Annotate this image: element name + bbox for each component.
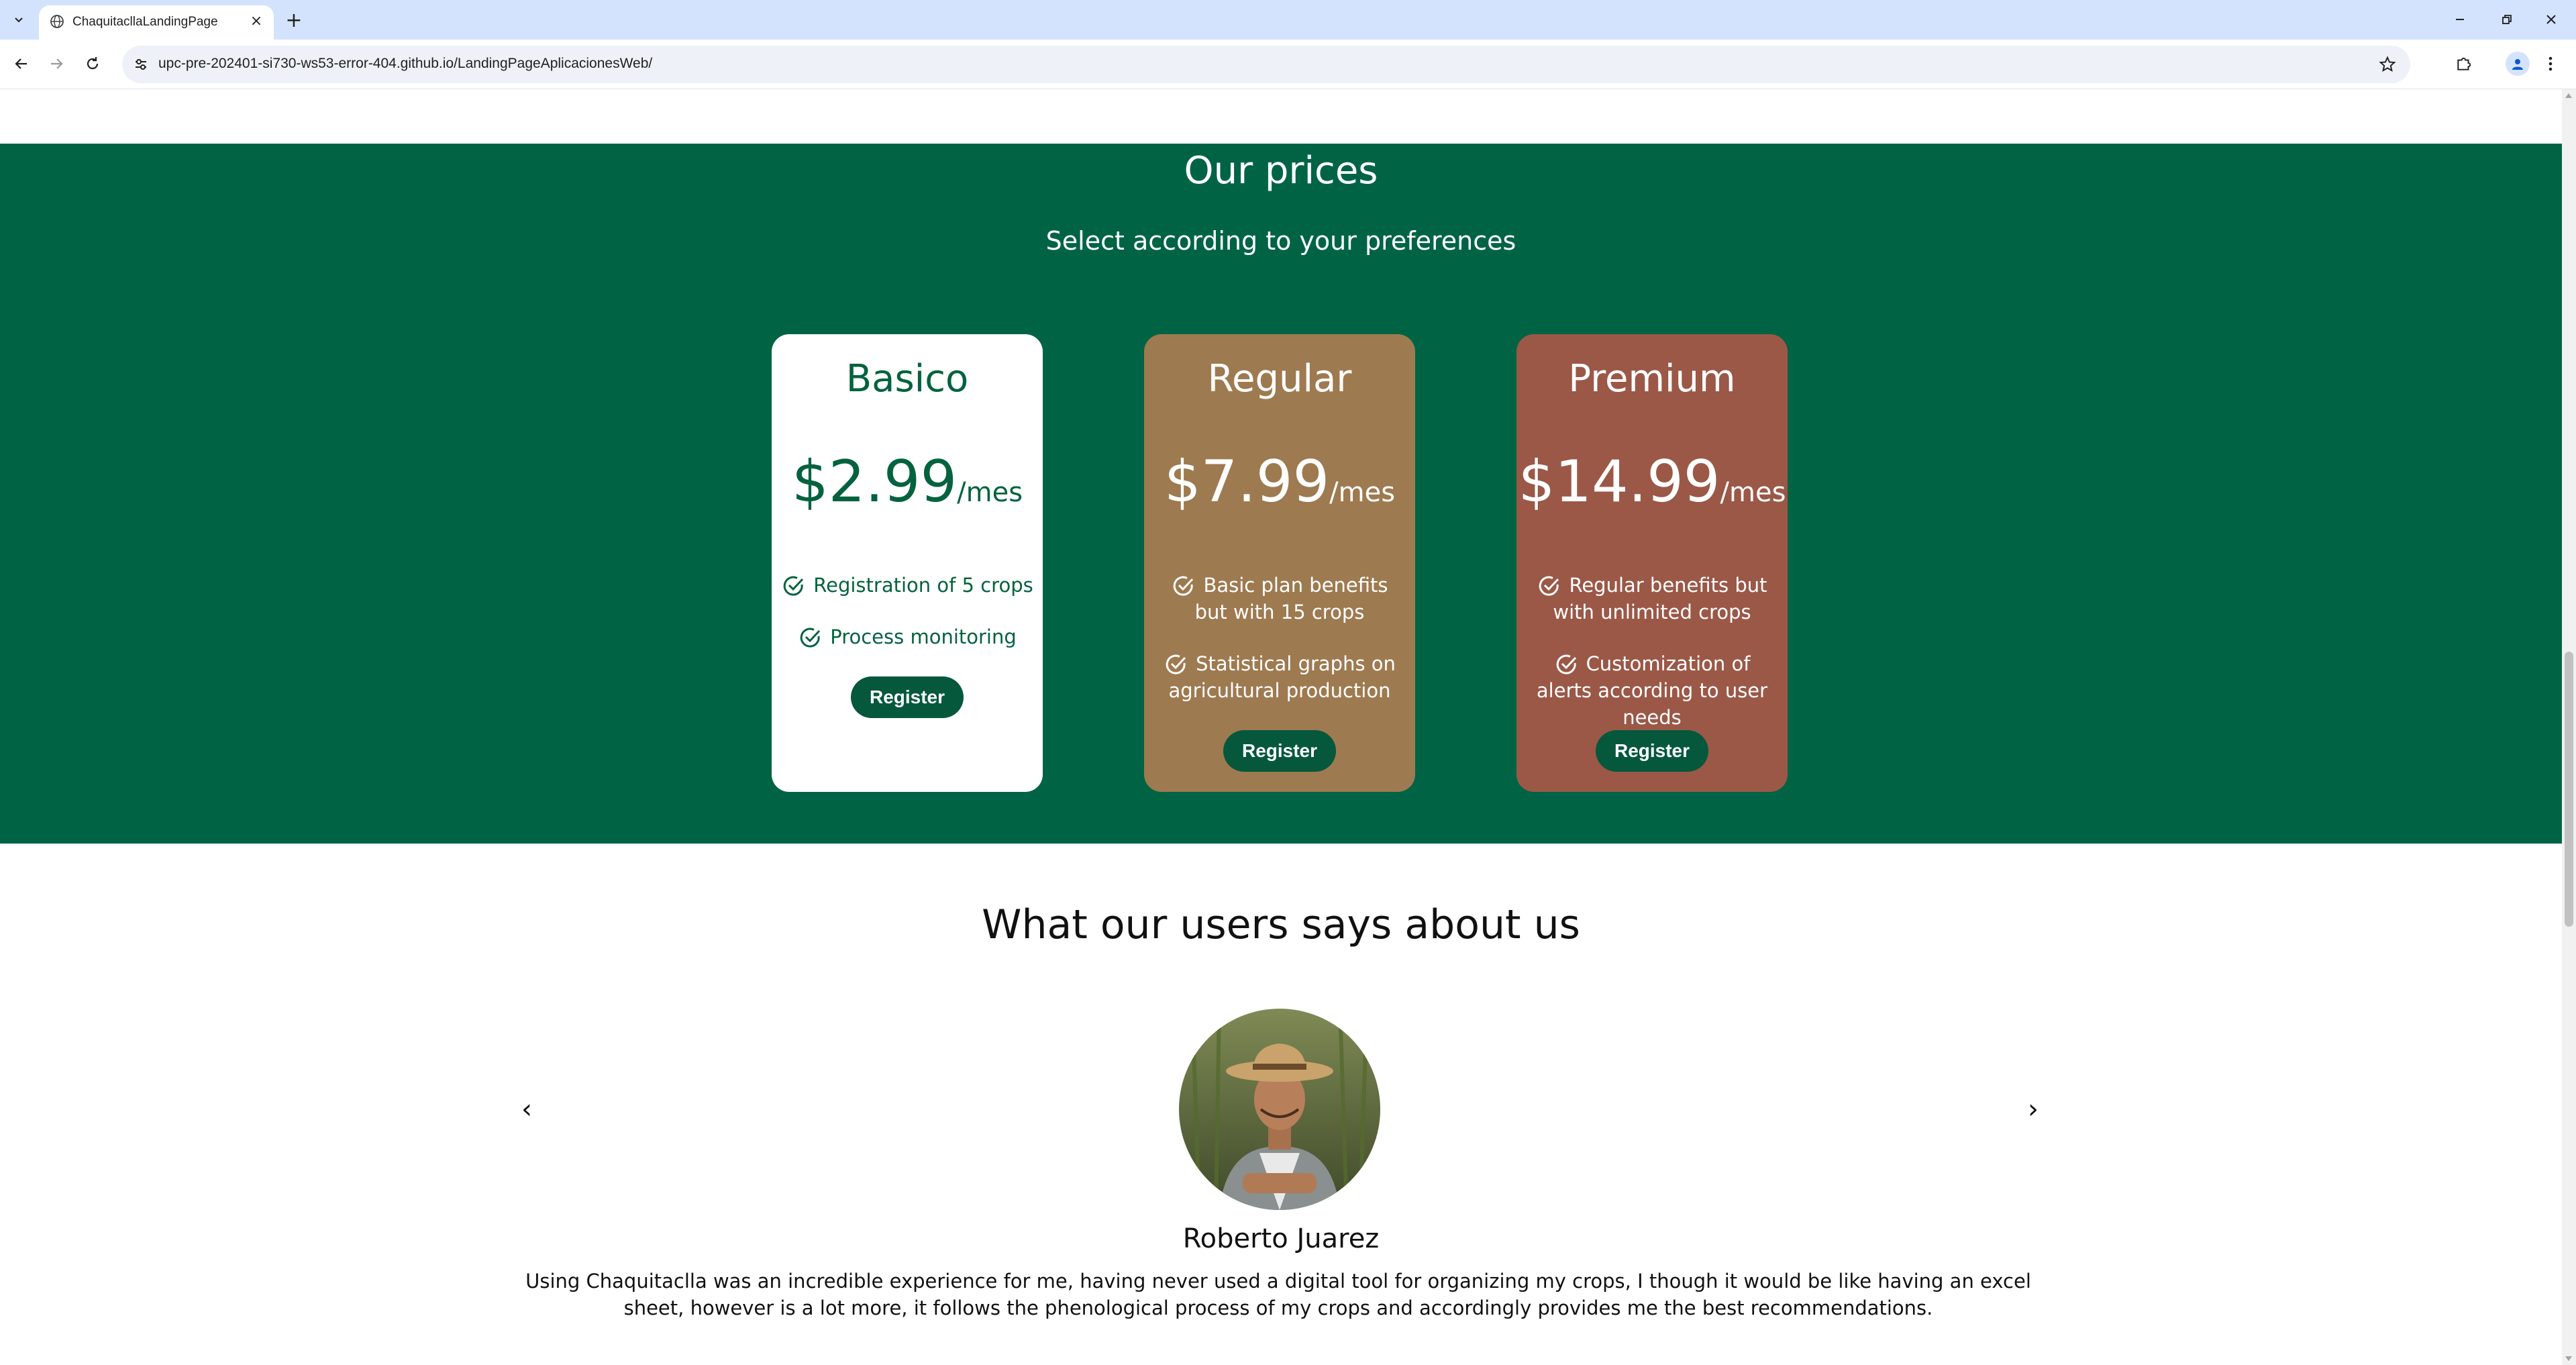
register-button-premium[interactable]: Register [1596, 730, 1708, 772]
more-vert-icon [2548, 56, 2553, 71]
prices-title: Our prices [1184, 149, 1378, 193]
testimonial-avatar [1179, 1009, 1380, 1210]
plan-card-premium: Premium $14.99/mes Regular benefits but … [1516, 334, 1788, 792]
prices-section: Our prices Select according to your pref… [0, 144, 2562, 844]
scrollbar-thumb[interactable] [2565, 652, 2573, 927]
star-icon [2379, 56, 2396, 72]
tune-icon [136, 59, 146, 70]
back-button[interactable] [8, 50, 35, 77]
check-circle-icon [1556, 654, 1576, 674]
plan-feature-text: Basic plan benefits but with 15 crops [1194, 574, 1388, 623]
testimonial-text: Using Chaquitaclla was an incredible exp… [525, 1270, 2031, 1319]
price-unit: /mes [1720, 477, 1786, 508]
plan-price: $7.99/mes [1144, 448, 1415, 515]
arrow-left-icon [15, 58, 27, 69]
prices-subtitle: Select according to your preferences [1045, 226, 1516, 256]
globe-icon [50, 15, 64, 28]
plan-feature: Customization of alerts according to use… [1526, 650, 1778, 731]
register-button-basico[interactable]: Register [851, 676, 964, 718]
testimonial-name: Roberto Juarez [1182, 1223, 1380, 1254]
carousel-next-button[interactable]: › [2016, 1089, 2050, 1129]
url-text[interactable]: upc-pre-202401-si730-ws53-error-404.gith… [158, 56, 652, 72]
price-unit: /mes [1329, 477, 1396, 508]
scroll-down-icon[interactable] [2565, 1356, 2572, 1361]
plan-name: Premium [1568, 357, 1736, 401]
profile-button[interactable] [2506, 52, 2530, 76]
carousel-prev-button[interactable]: ‹ [510, 1089, 544, 1129]
plan-feature-text: Regular benefits but with unlimited crop… [1553, 574, 1767, 623]
check-circle-icon [783, 576, 804, 596]
plan-name: Basico [845, 357, 969, 401]
price-amount: $2.99 [791, 448, 958, 515]
new-tab-button[interactable]: + [282, 8, 306, 32]
plan-price: $14.99/mes [1516, 448, 1788, 515]
browser-toolbar: upc-pre-202401-si730-ws53-error-404.gith… [0, 40, 2576, 89]
farmer-photo [1179, 1009, 1380, 1210]
check-circle-icon [800, 627, 821, 648]
plan-feature-text: Process monitoring [830, 625, 1017, 648]
person-icon [2512, 59, 2523, 70]
close-icon [2546, 15, 2556, 24]
price-amount: $14.99 [1518, 448, 1720, 515]
close-tab-icon[interactable]: × [248, 13, 264, 30]
plan-feature: Basic plan benefits but with 15 crops [1153, 572, 1406, 625]
menu-button[interactable] [2542, 50, 2559, 77]
page-viewport: Our prices Select according to your pref… [0, 89, 2562, 1365]
restore-button[interactable] [2487, 4, 2527, 35]
restore-icon [2502, 15, 2512, 24]
reload-button[interactable] [79, 50, 106, 77]
plan-feature: Registration of 5 crops [781, 572, 1033, 599]
browser-tab-active[interactable]: ChaquitacllaLandingPage × [39, 5, 274, 40]
arrow-right-icon [51, 58, 63, 69]
tab-title: ChaquitacllaLandingPage [72, 15, 218, 29]
page-scrollbar[interactable] [2562, 89, 2576, 1365]
puzzle-icon [2457, 57, 2471, 70]
plan-feature: Process monitoring [781, 623, 1033, 650]
register-button-regular[interactable]: Register [1223, 730, 1336, 772]
plan-feature-text: Statistical graphs on agricultural produ… [1168, 652, 1396, 702]
bookmark-button[interactable] [2375, 52, 2400, 77]
plan-feature: Statistical graphs on agricultural produ… [1153, 650, 1406, 704]
plan-name: Regular [1207, 357, 1352, 401]
minimize-button[interactable] [2440, 4, 2480, 35]
check-circle-icon [1539, 576, 1559, 596]
minimize-icon [2456, 19, 2464, 20]
reload-icon [87, 57, 99, 70]
scroll-up-icon[interactable] [2565, 93, 2572, 98]
address-bar[interactable]: upc-pre-202401-si730-ws53-error-404.gith… [122, 46, 2410, 83]
plan-card-regular: Regular $7.99/mes Basic plan benefits bu… [1144, 334, 1415, 792]
price-amount: $7.99 [1164, 448, 1330, 515]
extensions-button[interactable] [2451, 50, 2477, 77]
testimonials-title: What our users says about us [982, 901, 1580, 948]
check-circle-icon [1166, 654, 1186, 674]
check-circle-icon [1174, 576, 1194, 596]
plan-price: $2.99/mes [772, 448, 1043, 515]
site-info-button[interactable] [129, 52, 153, 77]
plan-card-basico: Basico $2.99/mes Registration of 5 crops… [772, 334, 1043, 792]
tab-search-button[interactable] [7, 7, 31, 32]
plan-feature-text: Registration of 5 crops [813, 574, 1033, 597]
close-window-button[interactable] [2531, 4, 2571, 35]
chevron-down-icon [15, 17, 23, 23]
browser-tabstrip: ChaquitacllaLandingPage × + [0, 0, 2576, 40]
forward-button[interactable] [43, 50, 70, 77]
plan-feature: Regular benefits but with unlimited crop… [1526, 572, 1778, 625]
price-unit: /mes [957, 477, 1023, 508]
